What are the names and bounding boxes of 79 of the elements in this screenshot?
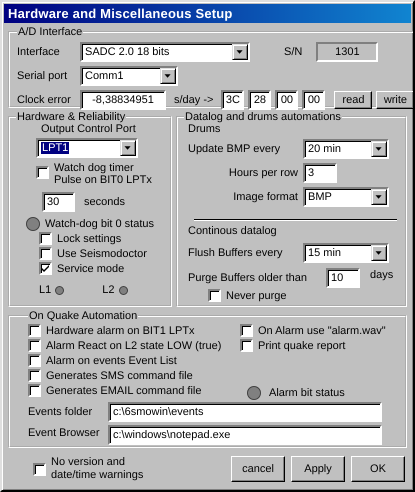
clock-error-field[interactable]: -8,38834951 bbox=[80, 90, 166, 110]
field-label: Clock error bbox=[17, 94, 72, 106]
field-label: Output Control Port bbox=[41, 123, 137, 135]
purge-days-field[interactable]: 10 bbox=[326, 268, 360, 288]
checkbox-label: Hardware alarm on BIT1 LPTx bbox=[46, 324, 195, 336]
checkbox-label: No version and date/time warnings bbox=[51, 456, 144, 482]
checkbox[interactable] bbox=[39, 232, 52, 245]
hex-byte-field[interactable]: 28 bbox=[248, 90, 272, 110]
event-browser-field[interactable]: c:\windows\notepad.exe bbox=[108, 425, 382, 445]
checkbox[interactable] bbox=[39, 262, 52, 275]
hex-byte-field[interactable]: 3C bbox=[221, 90, 244, 110]
checkbox-label: Generates SMS command file bbox=[46, 370, 193, 382]
group-title: Datalog and drums automations bbox=[184, 111, 342, 123]
output-port-dropdown[interactable]: LPT1 bbox=[36, 138, 138, 158]
field-label: Image format bbox=[232, 191, 299, 203]
serial-number-field: 1301 bbox=[316, 42, 378, 62]
checkbox-label: Alarm on events Event List bbox=[46, 354, 177, 366]
checkbox[interactable] bbox=[33, 463, 46, 476]
status-led-icon bbox=[247, 386, 261, 400]
checkbox[interactable] bbox=[28, 384, 41, 397]
led-icon bbox=[55, 286, 64, 294]
led-icon bbox=[118, 286, 128, 294]
dialog-button[interactable]: cancel bbox=[231, 456, 285, 482]
checkbox[interactable] bbox=[28, 369, 41, 382]
checkbox[interactable] bbox=[240, 339, 253, 352]
field-label: Update BMP every bbox=[188, 143, 282, 155]
group-title: A/D Interface bbox=[17, 26, 84, 38]
field-label: Serial port bbox=[17, 70, 68, 82]
checkbox-label: Generates EMAIL command file bbox=[46, 384, 202, 396]
dialog-button[interactable]: OK bbox=[351, 456, 405, 482]
field-label: S/N bbox=[284, 46, 302, 58]
checkbox[interactable] bbox=[240, 324, 253, 337]
status-label: Watch-dog bit 0 status bbox=[45, 218, 154, 230]
field-label: Events folder bbox=[28, 406, 94, 418]
status-led-icon bbox=[26, 217, 40, 231]
serial-port-dropdown[interactable]: Comm1 bbox=[80, 66, 178, 86]
checkbox-label: Watch dog timer Pulse on BIT0 LPTx bbox=[54, 162, 153, 186]
unit-label: days bbox=[370, 269, 394, 281]
checkbox[interactable] bbox=[28, 324, 41, 337]
group-title: On Quake Automation bbox=[28, 310, 138, 322]
hex-byte-field[interactable]: 00 bbox=[275, 90, 298, 110]
checkbox-label: On Alarm use "alarm.wav" bbox=[258, 324, 386, 336]
checkbox[interactable] bbox=[208, 289, 221, 302]
interface-dropdown[interactable]: SADC 2.0 18 bits bbox=[80, 42, 250, 62]
hours-field[interactable]: 3 bbox=[303, 163, 337, 183]
update-interval-dropdown[interactable]: 20 min bbox=[303, 139, 389, 159]
checkbox-label: Never purge bbox=[226, 290, 287, 302]
checkbox[interactable] bbox=[28, 339, 41, 352]
checkbox-label: Use Seismodoctor bbox=[57, 248, 147, 260]
dialog-button[interactable]: Apply bbox=[291, 456, 345, 482]
checkbox[interactable] bbox=[39, 247, 52, 260]
checkbox-label: Service mode bbox=[57, 262, 124, 274]
checkbox-label: Print quake report bbox=[258, 340, 346, 352]
field-label: Purge Buffers older than bbox=[188, 272, 308, 284]
unit-label: s/day -> bbox=[174, 94, 214, 106]
clock-button[interactable]: write bbox=[376, 91, 413, 109]
image-format-dropdown[interactable]: BMP bbox=[303, 187, 389, 207]
check-icon bbox=[41, 264, 50, 273]
hex-byte-field[interactable]: 00 bbox=[302, 90, 326, 110]
flush-interval-dropdown[interactable]: 15 min bbox=[303, 243, 389, 263]
field-label: Flush Buffers every bbox=[188, 247, 284, 259]
led-label: L2 bbox=[102, 284, 114, 296]
checkbox[interactable] bbox=[28, 354, 41, 367]
field-label: Event Browser bbox=[28, 427, 101, 439]
section-label: Continous datalog bbox=[188, 225, 278, 237]
unit-label: seconds bbox=[84, 196, 125, 208]
status-label: Alarm bit status bbox=[269, 387, 345, 399]
checkbox-label: Alarm React on L2 state LOW (true) bbox=[46, 340, 222, 352]
window-title: Hardware and Miscellaneous Setup bbox=[8, 6, 233, 21]
checkbox[interactable] bbox=[36, 166, 49, 179]
checkbox-label: Lock settings bbox=[57, 232, 122, 244]
events-folder-field[interactable]: c:\6smowin\events bbox=[108, 402, 382, 422]
field-label: Interface bbox=[17, 46, 61, 58]
field-label: Hours per row bbox=[228, 167, 299, 179]
section-label: Drums bbox=[188, 123, 222, 135]
clock-button[interactable]: read bbox=[334, 91, 372, 109]
led-label: L1 bbox=[39, 284, 52, 296]
seconds-field[interactable]: 30 bbox=[42, 192, 75, 212]
group-title: Hardware & Reliability bbox=[16, 111, 126, 123]
